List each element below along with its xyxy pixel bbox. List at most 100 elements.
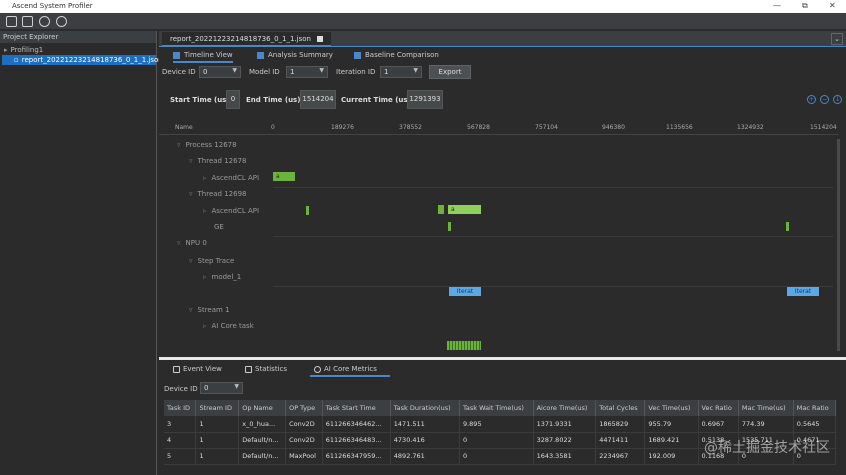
tab-analysis-label: Analysis Summary (268, 51, 333, 59)
table-cell: MaxPool (285, 448, 323, 465)
column-header[interactable]: Mac Time(us) (738, 400, 794, 416)
iteration-bar[interactable]: Iterat (787, 287, 819, 296)
row-ge[interactable]: GE (214, 223, 224, 231)
lane-divider (273, 187, 833, 188)
chevron-down-icon: ▼ (234, 383, 239, 390)
metrics-icon (314, 365, 321, 373)
row-process[interactable]: ▿ Process 12678 (177, 141, 237, 149)
trace-bar[interactable] (306, 206, 309, 215)
row-thread-1[interactable]: ▿ Thread 12678 (189, 157, 247, 165)
collapse-button[interactable]: ⌄ (831, 33, 843, 45)
row-stream[interactable]: ▿ Stream 1 (189, 306, 230, 314)
row-acl-2[interactable]: ▹ AscendCL API (203, 207, 259, 215)
column-header[interactable]: Vec Ratio (698, 400, 739, 416)
column-header[interactable]: Task Duration(us) (390, 400, 460, 416)
event-view-icon (173, 365, 180, 373)
timeline-ruler: Name 0 189276 378552 567828 757104 94638… (159, 121, 839, 135)
aicore-task-bars[interactable] (447, 341, 481, 350)
column-header[interactable]: Task ID (164, 400, 197, 416)
lane-divider (273, 236, 833, 237)
table-cell: 0.6967 (698, 416, 739, 433)
table-cell: 1865829 (595, 416, 646, 433)
tab-timeline-view[interactable]: Timeline View (173, 51, 233, 63)
table-row[interactable]: 3 1 x_0_hua... Conv2D 611266346462... 14… (164, 416, 837, 433)
tab-statistics[interactable]: Statistics (241, 363, 291, 377)
zoom-in-icon[interactable]: + (807, 95, 816, 104)
tab-baseline-comparison[interactable]: Baseline Comparison (354, 51, 439, 63)
close-button[interactable]: ✕ (829, 1, 836, 10)
folder-icon: ▸ (4, 46, 8, 54)
row-step-trace[interactable]: ▿ Step Trace (189, 257, 234, 265)
row-acl-1[interactable]: ▹ AscendCL API (203, 174, 259, 182)
trace-bar-acl[interactable]: a (273, 172, 295, 181)
trace-bar[interactable] (438, 205, 444, 214)
device-id-label: Device ID (162, 68, 196, 76)
ruler-tick: 189276 (331, 124, 354, 131)
start-time-field[interactable]: 0 (226, 90, 240, 109)
column-header[interactable]: Aicore Time(us) (533, 400, 597, 416)
import-icon[interactable] (22, 16, 33, 27)
tab-analysis-summary[interactable]: Analysis Summary (257, 51, 333, 63)
column-header[interactable]: Task Start Time (322, 400, 391, 416)
file-tab-report[interactable]: report_20221223214818736_0_1_1.json (162, 32, 331, 47)
chevron-down-icon: ▿ (189, 190, 193, 198)
column-header[interactable]: Op Name (238, 400, 287, 416)
row-model[interactable]: ▹ model_1 (203, 273, 241, 281)
tree-item-profiling1[interactable]: ▸ Profiling1 (0, 45, 156, 55)
minimize-button[interactable]: — (773, 1, 781, 10)
table-cell: 0 (459, 448, 534, 465)
file-tab-bar: report_20221223214818736_0_1_1.json ⌄ (159, 31, 846, 47)
current-time-field[interactable]: 1291393 (407, 90, 443, 109)
column-header[interactable]: Mac Ratio (793, 400, 837, 416)
reset-zoom-icon[interactable]: ↓ (833, 95, 842, 104)
refresh-icon[interactable] (56, 16, 67, 27)
close-tab-icon[interactable] (317, 36, 323, 42)
table-cell: 1471.511 (390, 416, 460, 433)
tab-ai-core-metrics[interactable]: AI Core Metrics (310, 363, 390, 377)
editor-area: report_20221223214818736_0_1_1.json ⌄ Ti… (159, 31, 846, 357)
statistics-icon (245, 365, 252, 373)
model-id-select[interactable]: 1 ▼ (286, 66, 328, 78)
tab-event-view[interactable]: Event View (169, 363, 226, 377)
column-header[interactable]: OP Type (285, 400, 323, 416)
open-folder-icon[interactable] (6, 16, 17, 27)
start-time-label: Start Time (us): (170, 96, 233, 104)
column-header[interactable]: Total Cycles (595, 400, 646, 416)
export-button[interactable]: Export (429, 65, 471, 79)
timeline-scrollbar[interactable] (837, 139, 840, 351)
maximize-button[interactable]: ⧉ (802, 1, 808, 11)
table-cell: Default/n... (238, 432, 287, 449)
row-acl-1-label: AscendCL API (211, 174, 260, 182)
column-header[interactable]: Vec Time(us) (644, 400, 699, 416)
tree-item-report-file[interactable]: ▫ report_20221223214818736_0_1_1.json (2, 55, 163, 65)
time-range-row: Start Time (us): 0 End Time (us): 151420… (159, 89, 846, 109)
table-cell: 3 (164, 416, 197, 433)
column-header[interactable]: Stream ID (195, 400, 240, 416)
iteration-id-value: 1 (384, 68, 389, 76)
model-id-value: 1 (290, 68, 295, 76)
settings-icon[interactable] (39, 16, 50, 27)
end-time-field[interactable]: 1514204 (300, 90, 336, 109)
table-cell: Default/n... (238, 448, 287, 465)
tab-timeline-label: Timeline View (184, 51, 233, 59)
iteration-id-select[interactable]: 1 ▼ (380, 66, 422, 78)
iteration-bar[interactable]: Iterat (449, 287, 481, 296)
row-acl-2-label: AscendCL API (211, 207, 260, 215)
file-tab-label: report_20221223214818736_0_1_1.json (170, 35, 311, 43)
table-cell: 9.895 (459, 416, 534, 433)
row-npu[interactable]: ▿ NPU 0 (177, 239, 207, 247)
trace-bar-ge[interactable] (448, 222, 451, 231)
timeline-rows: ▿ Process 12678 ▿ Thread 12678 ▹ AscendCL A… (159, 139, 839, 357)
device-id-select[interactable]: 0 ▼ (199, 66, 241, 78)
trace-bar-acl[interactable]: a (448, 205, 481, 214)
row-thread-2[interactable]: ▿ Thread 12698 (189, 190, 247, 198)
ruler-tick: 1514204 (810, 124, 837, 131)
bottom-device-id-select[interactable]: 0 ▼ (200, 382, 243, 394)
column-header[interactable]: Task Wait Time(us) (459, 400, 534, 416)
row-aicore-task[interactable]: ▹ AI Core task (203, 322, 254, 330)
ruler-tick: 378552 (399, 124, 422, 131)
trace-bar-ge[interactable] (786, 222, 789, 231)
tab-ai-core-metrics-label: AI Core Metrics (324, 365, 377, 373)
table-header-row: Task ID Stream ID Op Name OP Type Task S… (164, 400, 837, 416)
zoom-out-icon[interactable]: − (820, 95, 829, 104)
